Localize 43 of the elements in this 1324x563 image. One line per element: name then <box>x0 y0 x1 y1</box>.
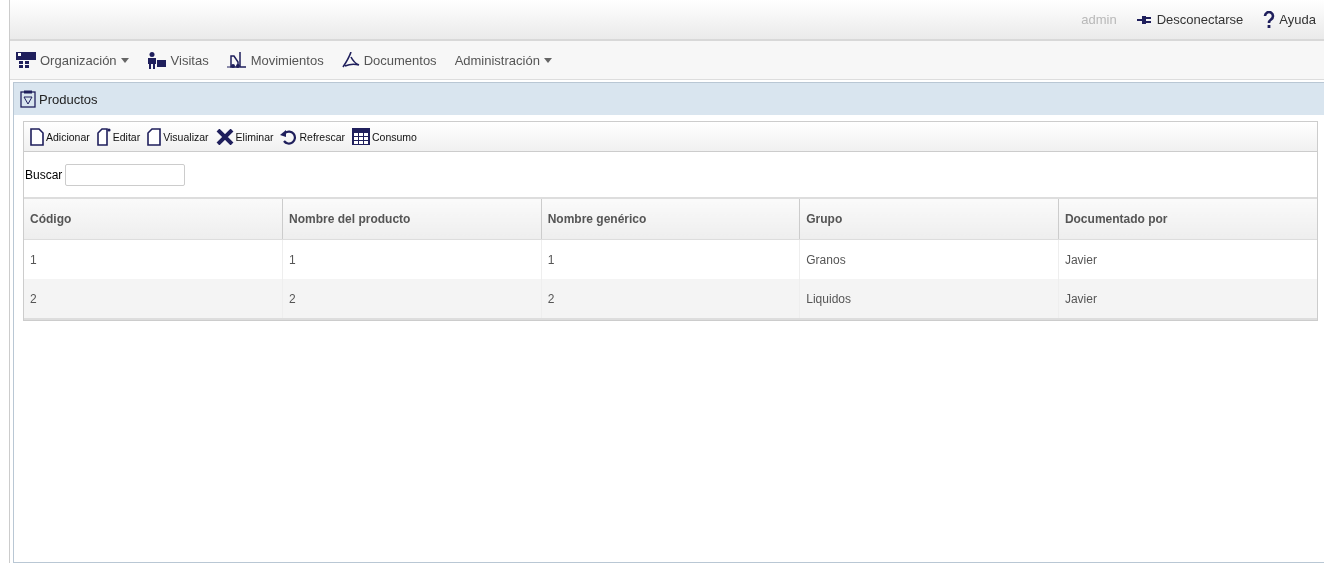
person-at-desk-icon <box>146 51 167 69</box>
column-header[interactable]: Nombre genérico <box>541 199 800 240</box>
column-header[interactable]: Código <box>24 199 283 240</box>
plug-icon <box>1136 13 1153 26</box>
edit-page-icon <box>96 127 111 146</box>
table-cell: Liquidos <box>799 279 1059 319</box>
new-page-icon <box>30 127 44 146</box>
menu-item[interactable]: Organización <box>16 52 129 68</box>
forklift-icon <box>226 52 247 68</box>
menu-item[interactable]: Administración <box>454 52 552 68</box>
help-link[interactable]: Ayuda <box>1263 10 1316 29</box>
menu-item[interactable]: Movimientos <box>226 52 324 68</box>
document-symbol-icon <box>341 52 360 68</box>
table-cell: 2 <box>541 279 800 319</box>
table-cell: Javier <box>1058 279 1317 319</box>
toolbar-button[interactable]: Eliminar <box>215 128 274 145</box>
toolbar-button[interactable]: Consumo <box>352 128 417 145</box>
org-chart-icon <box>16 52 36 68</box>
clipboard-icon <box>20 90 36 108</box>
panel-title: Productos <box>39 91 98 107</box>
delete-icon <box>215 128 234 145</box>
search-label: Buscar <box>25 167 63 182</box>
table-cell: 2 <box>24 279 283 319</box>
column-header[interactable]: Documentado por <box>1058 199 1317 240</box>
logout-link[interactable]: Desconectarse <box>1136 12 1244 27</box>
user-name: admin <box>1081 12 1117 27</box>
column-header[interactable]: Grupo <box>799 199 1059 240</box>
toolbar-button[interactable]: Editar <box>96 127 141 146</box>
toolbar-button[interactable]: Adicionar <box>30 127 90 146</box>
menu-item[interactable]: Documentos <box>341 52 437 68</box>
menu-item[interactable]: Visitas <box>146 51 209 69</box>
help-icon <box>1263 10 1276 29</box>
caret-icon <box>543 57 552 63</box>
refresh-icon <box>280 128 298 145</box>
caret-icon <box>120 57 129 63</box>
table-icon <box>352 128 370 145</box>
column-header[interactable]: Nombre del producto <box>282 199 542 240</box>
page-icon <box>147 127 162 146</box>
table-cell: 1 <box>24 239 283 279</box>
table-cell: 2 <box>282 279 542 319</box>
toolbar-button[interactable]: Visualizar <box>147 127 209 146</box>
search-field[interactable] <box>65 163 186 186</box>
toolbar-button[interactable]: Refrescar <box>280 128 345 145</box>
